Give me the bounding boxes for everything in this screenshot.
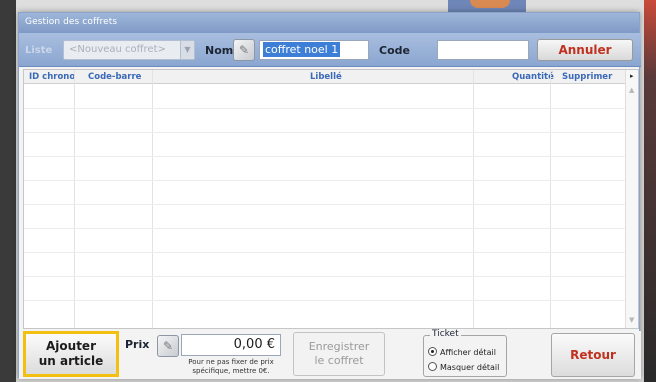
scroll-down-icon[interactable]: ▼ <box>629 316 634 324</box>
save-label-line2: le coffret <box>314 354 364 367</box>
liste-label: Liste <box>25 45 53 56</box>
table-row[interactable] <box>24 132 625 133</box>
column-header-libelle[interactable]: Libellé <box>310 72 342 82</box>
add-article-label-line1: Ajouter <box>46 339 96 353</box>
coffret-select-value: <Nouveau coffret> <box>69 44 166 55</box>
table-row[interactable] <box>24 228 625 229</box>
ticket-option-afficher-label: Afficher détail <box>440 348 496 357</box>
code-input[interactable] <box>437 40 529 60</box>
table-row[interactable] <box>24 300 625 301</box>
vertical-scrollbar[interactable]: ▸ ▲ ▼ <box>625 70 638 328</box>
code-label: Code <box>379 44 410 57</box>
radio-unchecked-icon[interactable] <box>428 362 437 371</box>
gestion-coffrets-dialog: Gestion des coffrets Liste <Nouveau coff… <box>18 12 641 379</box>
coffret-select[interactable]: <Nouveau coffret> ▼ <box>63 40 195 60</box>
ticket-option-afficher[interactable]: Afficher détail <box>428 347 496 357</box>
save-coffret-button[interactable]: Enregistrer le coffret <box>293 332 385 376</box>
column-header-id-chrono[interactable]: ID chrono <box>29 72 75 82</box>
save-label-line1: Enregistrer <box>308 340 370 353</box>
edit-price-icon[interactable]: ✎ <box>157 335 179 357</box>
table-header: ID chrono Code-barre Libellé Quantité Su… <box>24 70 625 84</box>
table-row[interactable] <box>24 252 625 253</box>
nom-label: Nom <box>205 44 234 57</box>
backdrop-top-accent-orange <box>470 0 510 8</box>
add-article-label-line2: un article <box>38 354 104 368</box>
chevron-down-icon[interactable]: ▼ <box>180 41 194 59</box>
table-row[interactable] <box>24 276 625 277</box>
prix-label: Prix <box>125 338 150 351</box>
prix-hint: Pour ne pas fixer de prix spécifique, me… <box>175 358 287 376</box>
table-row[interactable] <box>24 156 625 157</box>
add-article-button[interactable]: Ajouter un article <box>23 331 119 377</box>
edit-icon[interactable]: ✎ <box>233 39 255 61</box>
nom-input[interactable]: coffret noel 1 <box>259 40 369 60</box>
backdrop-right-edge <box>644 0 656 382</box>
prix-hint-line1: Pour ne pas fixer de prix <box>188 358 274 366</box>
ticket-option-masquer[interactable]: Masquer détail <box>428 362 499 372</box>
scroll-up-icon[interactable]: ▲ <box>629 86 634 94</box>
ticket-group: Ticket Afficher détail Masquer détail <box>423 329 507 377</box>
table-row[interactable] <box>24 180 625 181</box>
nom-input-value: coffret noel 1 <box>263 42 341 57</box>
ticket-legend: Ticket <box>430 329 461 339</box>
window-title: Gestion des coffrets <box>19 13 639 33</box>
bottom-panel: Ajouter un article Prix ✎ 0,00 € Pour ne… <box>19 329 641 379</box>
articles-table[interactable]: ID chrono Code-barre Libellé Quantité Su… <box>23 69 639 329</box>
prix-hint-line2: spécifique, mettre 0€. <box>192 367 270 375</box>
toolbar: Liste <Nouveau coffret> ▼ Nom ✎ coffret … <box>19 33 641 67</box>
column-menu-icon[interactable]: ▸ <box>630 72 634 80</box>
column-header-code-barre[interactable]: Code-barre <box>88 72 141 82</box>
ticket-option-masquer-label: Masquer détail <box>440 363 500 372</box>
backdrop-left-edge <box>0 0 16 382</box>
column-header-supprimer[interactable]: Supprimer <box>562 72 612 82</box>
table-row[interactable] <box>24 204 625 205</box>
retour-button[interactable]: Retour <box>551 333 635 377</box>
prix-input[interactable]: 0,00 € <box>181 334 281 356</box>
column-header-quantite[interactable]: Quantité <box>512 72 554 82</box>
table-row[interactable] <box>24 108 625 109</box>
cancel-button[interactable]: Annuler <box>537 39 633 61</box>
radio-checked-icon[interactable] <box>428 347 437 356</box>
